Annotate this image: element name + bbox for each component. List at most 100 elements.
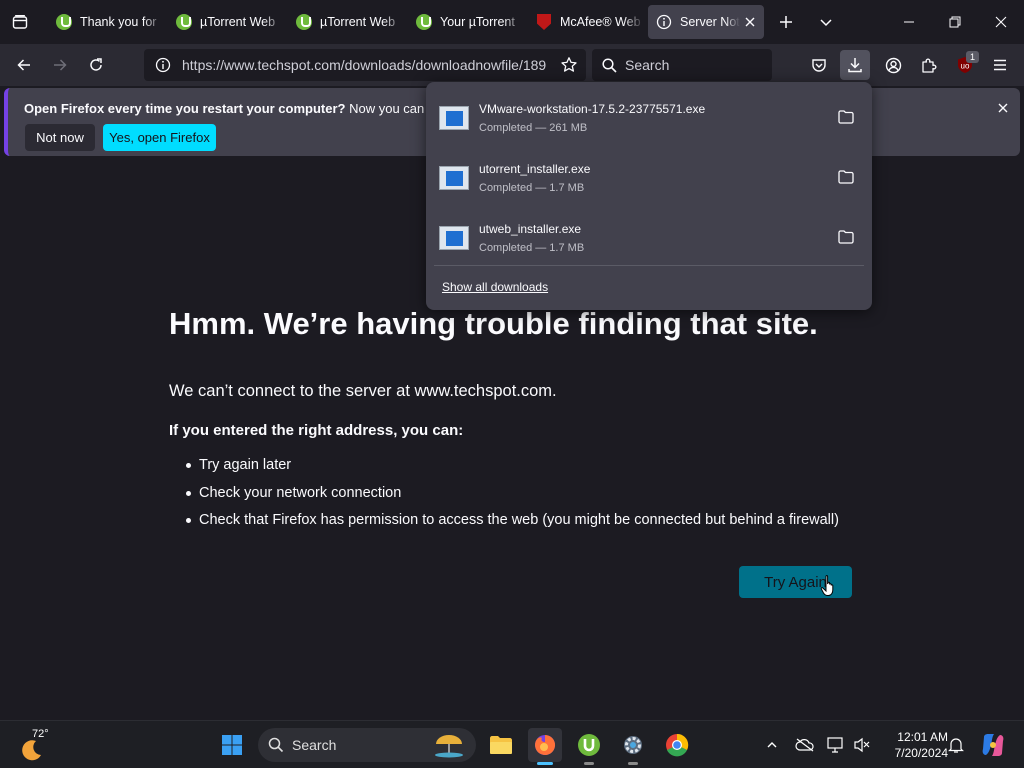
account-button[interactable]: [878, 50, 908, 80]
back-button[interactable]: [9, 50, 39, 80]
close-window-button[interactable]: [978, 0, 1024, 44]
yes-open-firefox-button[interactable]: Yes, open Firefox: [103, 124, 216, 151]
download-filename: utorrent_installer.exe: [479, 162, 591, 176]
url-text: https://www.techspot.com/downloads/downl…: [182, 57, 547, 73]
download-item[interactable]: utweb_installer.exe Completed — 1.7 MB: [434, 208, 864, 264]
tab-utorrent-web-2[interactable]: µTorrent Web: [288, 5, 404, 39]
tab-your-utorrent[interactable]: Your µTorrent: [408, 5, 524, 39]
download-filename: VMware-workstation-17.5.2-23775571.exe: [479, 102, 706, 116]
extensions-button[interactable]: [914, 50, 944, 80]
utorrent-icon: [296, 14, 312, 30]
search-icon: [268, 737, 284, 753]
search-bar[interactable]: Search: [592, 49, 772, 81]
show-hidden-icons-button[interactable]: [760, 733, 784, 757]
plus-icon: [780, 16, 792, 28]
bookmark-star-icon[interactable]: [560, 56, 578, 79]
restore-button[interactable]: [932, 0, 978, 44]
start-button[interactable]: [215, 728, 249, 762]
weather-widget[interactable]: 72°: [20, 728, 50, 762]
list-item: Try again later: [169, 454, 839, 482]
windows-logo-icon: [222, 735, 242, 755]
downloads-panel: VMware-workstation-17.5.2-23775571.exe C…: [426, 82, 872, 310]
notification-bold-text: Open Firefox every time you restart your…: [24, 101, 346, 116]
close-icon: [995, 16, 1007, 28]
firefox-icon: [535, 734, 556, 755]
url-bar[interactable]: https://www.techspot.com/downloads/downl…: [144, 49, 586, 81]
suggestions-list: Try again later Check your network conne…: [169, 454, 839, 537]
tab-list-button[interactable]: [812, 8, 840, 36]
clock-time: 12:01 AM: [897, 730, 948, 744]
notification-close-button[interactable]: [998, 100, 1008, 118]
monitor-icon: [827, 737, 843, 753]
download-status: Completed — 261 MB: [479, 122, 588, 134]
utorrent-icon: [176, 14, 192, 30]
bell-icon: [948, 738, 964, 753]
tab-title: McAfee® Web: [560, 15, 641, 29]
show-in-folder-button[interactable]: [838, 170, 854, 189]
site-info-icon[interactable]: [148, 57, 178, 73]
downloads-button[interactable]: [840, 50, 870, 80]
speaker-muted-icon: [854, 737, 870, 753]
close-tab-button[interactable]: [740, 12, 760, 32]
executable-file-icon: [439, 226, 469, 250]
new-tab-button[interactable]: [772, 8, 800, 36]
utorrent-taskbar-button[interactable]: [572, 728, 606, 765]
volume-tray-icon[interactable]: [850, 733, 874, 757]
download-status: Completed — 1.7 MB: [479, 182, 585, 194]
download-item[interactable]: utorrent_installer.exe Completed — 1.7 M…: [434, 148, 864, 204]
notifications-button[interactable]: [944, 733, 968, 757]
tab-title: Server Not F: [680, 15, 740, 29]
settings-taskbar-button[interactable]: [616, 728, 650, 765]
browser-app-icon: [666, 733, 689, 757]
chrome-taskbar-button[interactable]: [660, 728, 694, 762]
notification-text: Now you can set Fire: [349, 101, 424, 116]
tab-thank-you[interactable]: Thank you for: [48, 5, 164, 39]
system-clock[interactable]: 12:01 AM 7/20/2024: [880, 729, 948, 761]
windows-taskbar: 72° Search 12:01 AM 7/20/2024: [0, 720, 1024, 768]
menu-button[interactable]: [985, 50, 1015, 80]
reload-icon: [90, 58, 102, 71]
tab-mcafee[interactable]: McAfee® Web: [528, 5, 644, 39]
account-icon: [885, 57, 901, 73]
tab-title: µTorrent Web: [200, 15, 276, 29]
gear-icon: [624, 736, 642, 754]
tab-utorrent-web-1[interactable]: µTorrent Web: [168, 5, 284, 39]
utorrent-icon: [416, 14, 432, 30]
folder-icon: [490, 736, 512, 754]
onedrive-tray-icon[interactable]: [793, 733, 817, 757]
show-all-downloads-button[interactable]: Show all downloads: [442, 280, 548, 294]
minimize-button[interactable]: [886, 0, 932, 44]
navigation-toolbar: https://www.techspot.com/downloads/downl…: [0, 44, 1024, 86]
pocket-button[interactable]: [804, 50, 834, 80]
pocket-icon: [812, 59, 826, 72]
executable-file-icon: [439, 166, 469, 190]
suggestions-heading: If you entered the right address, you ca…: [169, 422, 464, 439]
not-now-button[interactable]: Not now: [25, 124, 95, 151]
taskbar-search-box[interactable]: Search: [258, 728, 476, 762]
forward-button[interactable]: [45, 50, 75, 80]
temperature: 72°: [32, 728, 49, 740]
reload-button[interactable]: [81, 50, 111, 80]
arrow-right-icon: [54, 59, 67, 71]
download-icon: [848, 58, 862, 73]
search-placeholder: Search: [625, 57, 670, 73]
list-all-tabs-button[interactable]: [6, 8, 34, 36]
folder-icon: [838, 110, 854, 124]
file-explorer-button[interactable]: [484, 728, 518, 762]
show-in-folder-button[interactable]: [838, 230, 854, 249]
page-title: Hmm. We’re having trouble finding that s…: [169, 306, 818, 341]
show-in-folder-button[interactable]: [838, 110, 854, 129]
firefox-taskbar-button[interactable]: [528, 728, 562, 765]
ublock-extension-button[interactable]: uo 1: [950, 50, 980, 80]
close-icon: [745, 17, 755, 27]
chevron-down-icon: [820, 19, 832, 27]
download-status: Completed — 1.7 MB: [479, 242, 585, 254]
download-item[interactable]: VMware-workstation-17.5.2-23775571.exe C…: [434, 88, 864, 144]
display-tray-icon[interactable]: [824, 733, 848, 757]
folder-icon: [838, 170, 854, 184]
copilot-button[interactable]: [978, 733, 1008, 757]
utorrent-icon: [56, 14, 72, 30]
tab-server-not-found[interactable]: Server Not F: [648, 5, 764, 39]
chevron-up-icon: [767, 742, 777, 748]
panel-divider: [434, 265, 864, 266]
